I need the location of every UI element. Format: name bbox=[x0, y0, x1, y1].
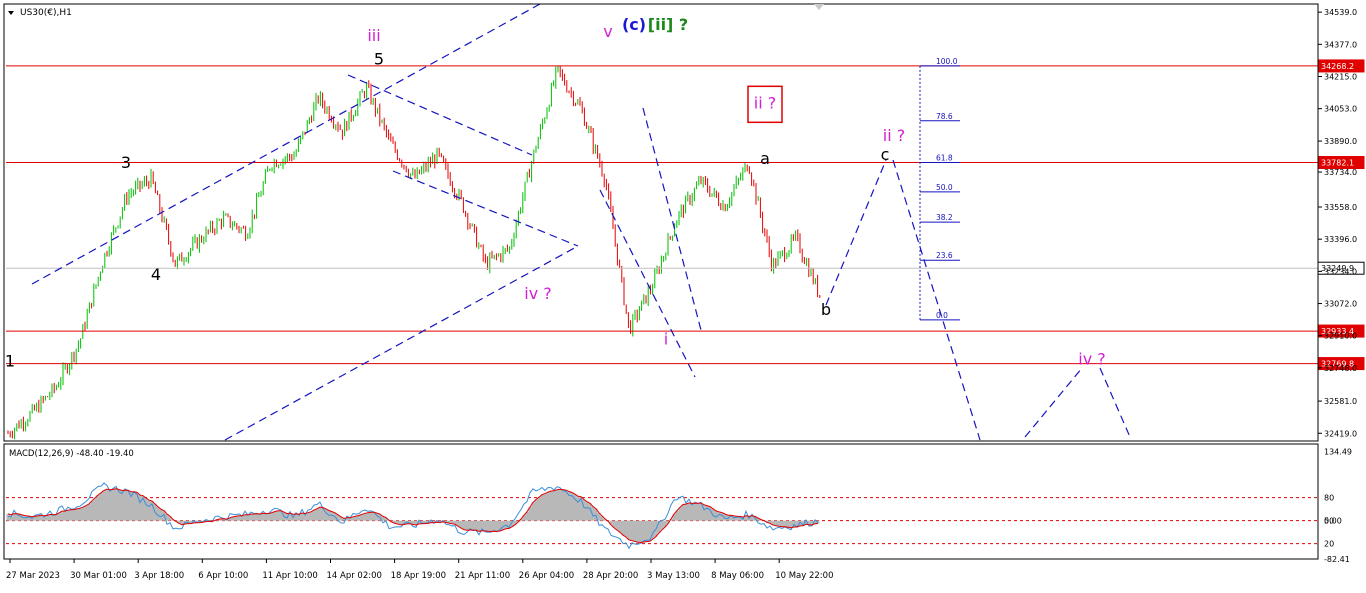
wave-label-boxed: ii ? bbox=[754, 93, 776, 112]
price-tick-label: 33558.0 bbox=[1324, 203, 1357, 212]
wave-label: iv ? bbox=[1078, 350, 1106, 369]
price-tick-label: 32910.0 bbox=[1324, 332, 1357, 341]
wave-label: 3 bbox=[121, 153, 131, 172]
price-tick-label: 33072.0 bbox=[1324, 300, 1357, 309]
time-tick-label: 30 Mar 01:00 bbox=[70, 571, 127, 581]
time-tick-label: 14 Apr 02:00 bbox=[327, 571, 382, 581]
macd-tick-label: 80 bbox=[1324, 494, 1334, 503]
chart: 34268.2 33782.1 33249.9 32933.4 32769.8 100.… bbox=[0, 0, 1366, 588]
chart-background bbox=[0, 0, 1366, 588]
price-tick-label: 32419.0 bbox=[1324, 429, 1357, 438]
fib-level-label: 0.0 bbox=[936, 311, 948, 320]
chart-svg: 34268.233782.133249.932933.432769.8 100.… bbox=[0, 0, 1366, 588]
fib-level-label: 23.6 bbox=[936, 251, 953, 260]
wave-label: iv ? bbox=[524, 284, 552, 303]
wave-label: v bbox=[603, 22, 612, 41]
wave-label: a bbox=[760, 149, 770, 168]
price-tick-label: 33234.0 bbox=[1324, 267, 1357, 276]
wave-label: 1 bbox=[5, 352, 15, 371]
wave-label: i bbox=[664, 330, 668, 349]
time-tick-label: 28 Apr 20:00 bbox=[583, 571, 638, 581]
price-tick-label: 32581.0 bbox=[1324, 397, 1357, 406]
macd-tick-label: 134.49 bbox=[1324, 448, 1352, 457]
price-tick-label: 33890.0 bbox=[1324, 137, 1357, 146]
macd-title: MACD(12,26,9) -48.40 -19.40 bbox=[9, 449, 134, 459]
time-tick-label: 21 Apr 11:00 bbox=[455, 571, 510, 581]
time-tick-label: 27 Mar 2023 bbox=[6, 571, 60, 581]
price-level-value: 33782.1 bbox=[1321, 158, 1354, 167]
wave-label: iii bbox=[367, 26, 380, 45]
price-tick-label: 34215.0 bbox=[1324, 73, 1357, 82]
time-tick-label: 3 May 13:00 bbox=[647, 571, 700, 581]
symbol-title: US30(€),H1 bbox=[20, 8, 72, 18]
wave-label: ii ? bbox=[883, 126, 905, 145]
wave-label: b bbox=[821, 300, 831, 319]
wave-label: c bbox=[881, 145, 890, 164]
fib-level-label: 61.8 bbox=[936, 154, 953, 163]
price-level-value: 34268.2 bbox=[1321, 62, 1354, 71]
wave-label: 4 bbox=[151, 265, 161, 284]
wave-label: 5 bbox=[374, 50, 384, 69]
time-tick-label: 3 Apr 18:00 bbox=[134, 571, 184, 581]
time-tick-label: 10 May 22:00 bbox=[775, 571, 833, 581]
fib-level-label: 38.2 bbox=[936, 213, 953, 222]
price-tick-label: 34053.0 bbox=[1324, 105, 1357, 114]
time-tick-label: 6 Apr 10:00 bbox=[198, 571, 248, 581]
wave-label: (c) bbox=[622, 15, 646, 34]
price-tick-label: 34539.0 bbox=[1324, 8, 1357, 17]
fib-level-label: 50.0 bbox=[936, 183, 953, 192]
price-tick-label: 32748.0 bbox=[1324, 364, 1357, 373]
macd-tick-label: 20 bbox=[1324, 540, 1334, 549]
wave-label: [ii] ? bbox=[648, 15, 688, 34]
price-tick-label: 33734.0 bbox=[1324, 168, 1357, 177]
price-tick-label: 34377.0 bbox=[1324, 40, 1357, 49]
fib-level-label: 100.0 bbox=[936, 57, 958, 66]
time-tick-label: 11 Apr 10:00 bbox=[262, 571, 317, 581]
time-tick-label: 8 May 06:00 bbox=[711, 571, 764, 581]
time-tick-label: 18 Apr 19:00 bbox=[391, 571, 446, 581]
time-tick-label: 26 Apr 04:00 bbox=[519, 571, 574, 581]
price-tick-label: 33396.0 bbox=[1324, 235, 1357, 244]
fib-level-label: 78.6 bbox=[936, 112, 953, 121]
macd-tick-label: -82.41 bbox=[1324, 555, 1350, 564]
macd-tick-label: 0.00 bbox=[1324, 517, 1342, 526]
